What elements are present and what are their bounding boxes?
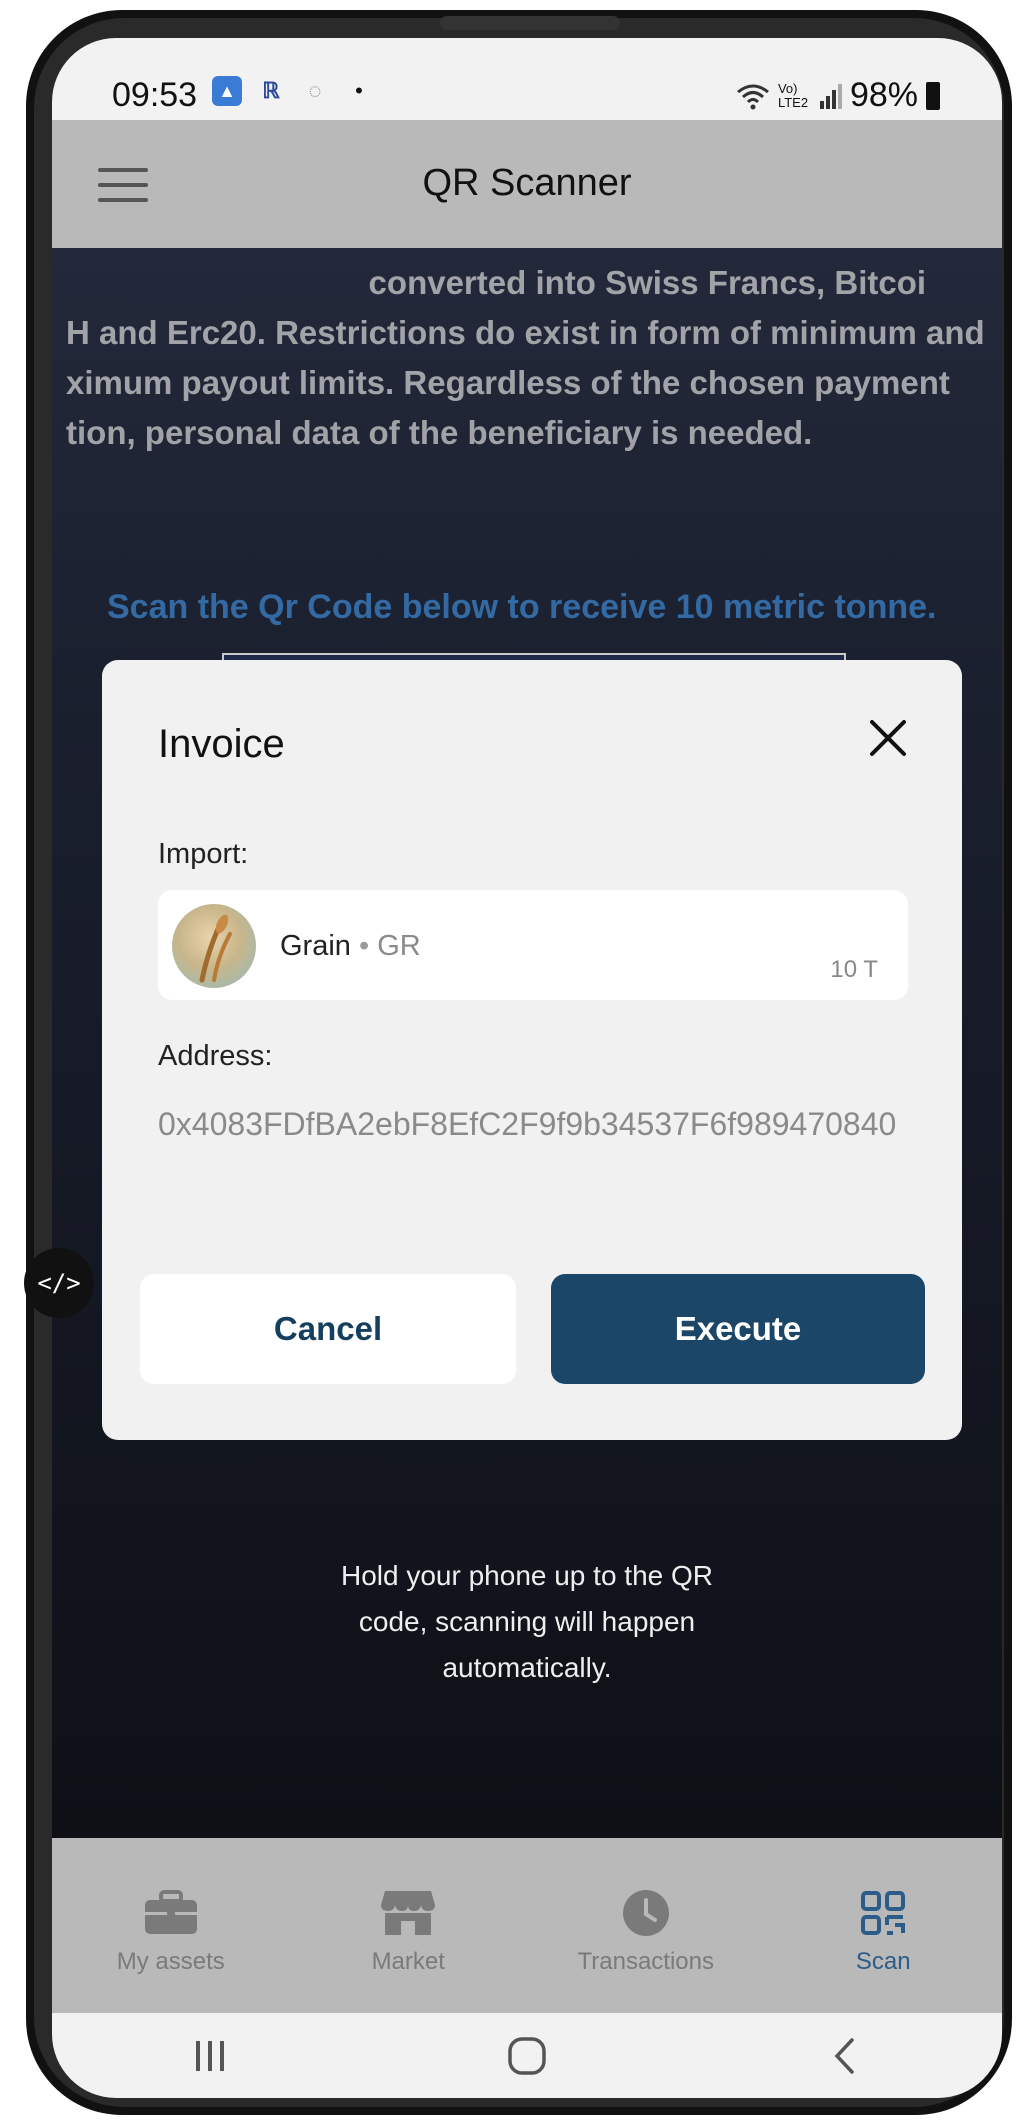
more-dot-icon: • (355, 78, 363, 103)
app-notification-icon: ▲ (212, 76, 242, 106)
phone-screen: 09:53 ▲ ℝ ◌ • Vo) LTE2 98% QR Scanner co… (52, 38, 1002, 2098)
status-right: Vo) LTE2 98% (736, 76, 940, 115)
wifi-icon (737, 84, 769, 109)
tab-my-assets-label: My assets (116, 1948, 225, 1975)
cancel-button[interactable]: Cancel (140, 1274, 516, 1384)
camera-scan-hint: Scan the Qr Code below to receive 10 met… (107, 588, 937, 626)
status-bar: 09:53 ▲ ℝ ◌ • Vo) LTE2 98% (52, 38, 1002, 120)
camera-text-line: H and Erc20. Restrictions do exist in fo… (66, 314, 985, 351)
signal-icon (819, 83, 842, 109)
tab-market-label: Market (371, 1948, 445, 1975)
recents-button[interactable] (150, 2039, 270, 2073)
tab-market[interactable]: Market (290, 1838, 528, 2013)
battery-icon (926, 81, 940, 110)
scan-instructions: Hold your phone up to the QR code, scann… (52, 1553, 1002, 1691)
tab-my-assets[interactable]: My assets (52, 1838, 290, 2013)
asset-name-row: Grain • GR (280, 930, 421, 963)
status-notification-icons: ▲ ℝ ◌ • (212, 76, 374, 106)
app-bar: QR Scanner (52, 120, 1002, 248)
qr-code-icon (861, 1891, 906, 1935)
tab-scan-label: Scan (855, 1948, 911, 1975)
tab-transactions-label: Transactions (577, 1948, 715, 1975)
tab-scan[interactable]: Scan (765, 1838, 1003, 2013)
asset-symbol: GR (377, 930, 421, 962)
home-button[interactable] (467, 2036, 587, 2076)
camera-text-line: converted into Swiss Francs, Bitcoi (66, 264, 927, 301)
scan-instructions-text: Hold your phone up to the QR code, scann… (340, 1560, 713, 1683)
invoice-dialog: Invoice Import: Grain • GR 10 T Address:… (102, 660, 962, 1440)
app-notification-icon-2: ℝ (262, 78, 280, 103)
close-icon[interactable] (866, 716, 910, 760)
battery-percent: 98% (849, 76, 918, 114)
system-nav-bar (52, 2013, 1002, 2098)
dialog-title: Invoice (158, 722, 285, 766)
asset-amount: 10 T (830, 956, 878, 983)
address-label: Address: (158, 1040, 273, 1072)
asset-thumbnail (172, 904, 256, 988)
grain-image-icon (199, 914, 232, 983)
store-icon (381, 1891, 436, 1935)
network-label: Vo) LTE2 (777, 80, 809, 110)
recents-icon (196, 2040, 225, 2071)
sync-icon: ◌ (308, 78, 322, 103)
import-label: Import: (158, 838, 249, 870)
asset-name: Grain (280, 930, 351, 962)
asset-separator: • (358, 930, 370, 962)
camera-background-text: converted into Swiss Francs, Bitcoi H and… (66, 258, 1002, 458)
phone-speaker (440, 16, 620, 30)
asset-card: Grain • GR 10 T (158, 890, 908, 1000)
back-icon (834, 2037, 854, 2074)
page-title: QR Scanner (422, 162, 632, 204)
back-button[interactable] (784, 2036, 904, 2076)
camera-text-line: tion, personal data of the beneficiary i… (66, 414, 813, 451)
clock-icon (622, 1890, 669, 1936)
dev-tools-badge[interactable]: </> (24, 1248, 94, 1318)
tab-transactions[interactable]: Transactions (527, 1838, 765, 2013)
bottom-tab-bar: My assets Market Transactions Scan (52, 1838, 1002, 2013)
camera-text-line: ximum payout limits. Regardless of the c… (66, 364, 950, 401)
wallet-address: 0x4083FDfBA2ebF8EfC2F9f9b34537F6f9894708… (158, 1106, 897, 1142)
home-icon (508, 2036, 546, 2075)
execute-button[interactable]: Execute (551, 1274, 925, 1384)
status-time: 09:53 (112, 76, 198, 114)
briefcase-icon (144, 1890, 197, 1934)
